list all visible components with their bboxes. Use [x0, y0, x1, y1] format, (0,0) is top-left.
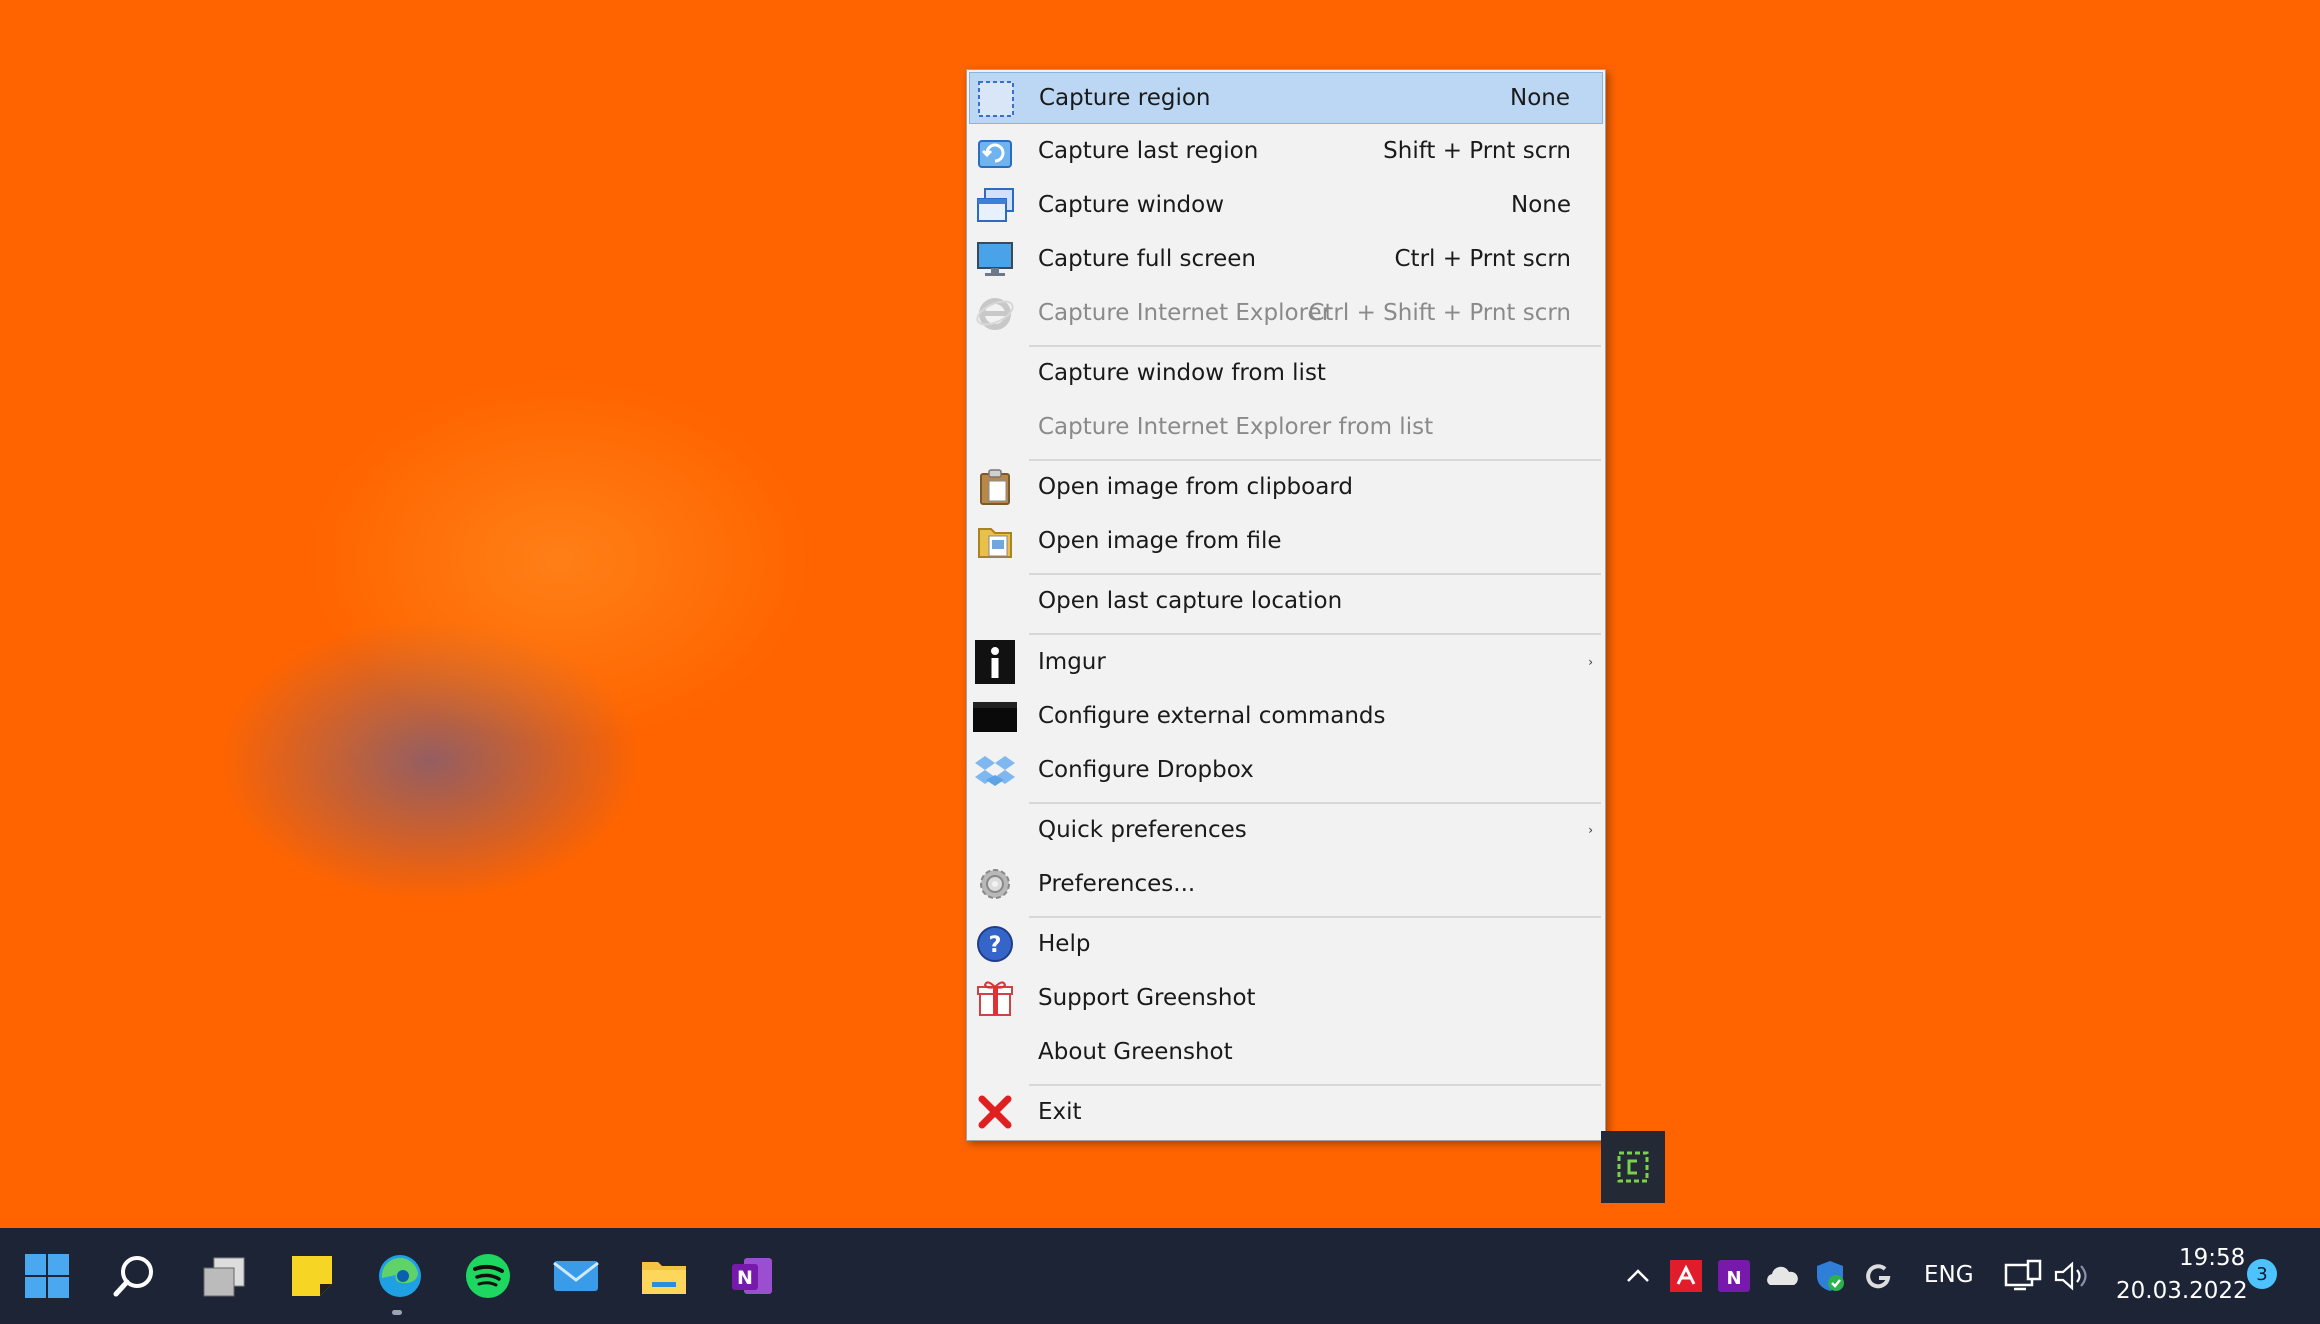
menu-item-label: Open image from file	[1038, 528, 1282, 554]
network-icon[interactable]	[2000, 1252, 2046, 1300]
menu-item-capture-last-region[interactable]: Capture last region Shift + Prnt scrn	[969, 125, 1603, 177]
menu-item-label: Open image from clipboard	[1038, 474, 1353, 500]
menu-item-label: Help	[1038, 931, 1091, 957]
menu-item-capture-region[interactable]: Capture region None	[969, 72, 1603, 124]
menu-item-shortcut: Shift + Prnt scrn	[1383, 138, 1571, 164]
windows-start-icon[interactable]	[19, 1248, 75, 1304]
language-indicator[interactable]: ENG	[1924, 1262, 1974, 1288]
menu-item-label: Capture window	[1038, 192, 1225, 218]
menu-item-open-last-capture-location[interactable]: Open last capture location	[969, 575, 1603, 627]
svg-text:N: N	[737, 1267, 753, 1289]
menu-item-label: Capture full screen	[1038, 246, 1256, 272]
notification-badge[interactable]: 3	[2247, 1259, 2277, 1289]
onenote-tray-icon[interactable]: N	[1712, 1252, 1756, 1300]
menu-item-support-greenshot[interactable]: Support Greenshot	[969, 972, 1603, 1024]
menu-item-capture-window[interactable]: Capture window None	[969, 179, 1603, 231]
clock-date[interactable]: 20.03.2022	[2116, 1278, 2248, 1304]
menu-item-capture-full-screen[interactable]: Capture full screen Ctrl + Prnt scrn	[969, 233, 1603, 285]
running-indicator	[392, 1310, 402, 1315]
menu-item-quick-preferences[interactable]: Quick preferences ›	[969, 804, 1603, 856]
menu-item-label: Capture region	[1039, 85, 1211, 111]
imgur-icon	[973, 640, 1017, 684]
onedrive-icon[interactable]	[1760, 1252, 1804, 1300]
menu-item-label: Configure external commands	[1038, 703, 1386, 729]
logitech-icon[interactable]	[1856, 1252, 1900, 1300]
menu-item-imgur[interactable]: Imgur ›	[969, 636, 1603, 688]
menu-item-label: Capture Internet Explorer from list	[1038, 414, 1434, 440]
mail-icon[interactable]	[548, 1248, 604, 1304]
menu-item-label: About Greenshot	[1038, 1039, 1233, 1065]
capture-last-region-icon	[973, 130, 1017, 172]
menu-item-shortcut: None	[1510, 192, 1571, 218]
menu-item-about-greenshot[interactable]: About Greenshot	[969, 1026, 1603, 1078]
menu-item-open-image-from-clipboard[interactable]: Open image from clipboard	[969, 461, 1603, 513]
amd-icon[interactable]	[1664, 1252, 1708, 1300]
sticky-notes-icon[interactable]	[284, 1248, 340, 1304]
gear-icon	[973, 863, 1017, 905]
menu-item-label: Exit	[1038, 1099, 1082, 1125]
greenshot-icon	[1617, 1151, 1649, 1183]
task-view-icon[interactable]	[196, 1248, 252, 1304]
onenote-icon[interactable]: N	[724, 1248, 780, 1304]
monitor-icon	[973, 238, 1017, 280]
menu-item-label: Capture last region	[1038, 138, 1259, 164]
menu-item-shortcut: None	[1509, 85, 1570, 111]
svg-text:N: N	[1726, 1268, 1741, 1289]
menu-item-label: Open last capture location	[1038, 588, 1343, 614]
security-shield-icon[interactable]	[1808, 1252, 1852, 1300]
svg-text:?: ?	[989, 933, 1002, 958]
gift-icon	[973, 977, 1017, 1019]
submenu-arrow-icon: ›	[1588, 655, 1593, 669]
volume-icon[interactable]	[2048, 1252, 2092, 1300]
greenshot-tray-icon[interactable]	[1601, 1131, 1665, 1203]
menu-item-configure-dropbox[interactable]: Configure Dropbox	[969, 744, 1603, 796]
clipboard-icon	[973, 466, 1017, 508]
capture-region-icon	[974, 78, 1018, 120]
menu-item-capture-ie-from-list[interactable]: Capture Internet Explorer from list	[969, 401, 1603, 453]
menu-item-label: Support Greenshot	[1038, 985, 1256, 1011]
chevron-up-icon[interactable]	[1616, 1248, 1660, 1304]
menu-item-label: Imgur	[1038, 649, 1106, 675]
menu-item-configure-external-commands[interactable]: Configure external commands	[969, 690, 1603, 742]
spotify-icon[interactable]	[460, 1248, 516, 1304]
menu-item-open-image-from-file[interactable]: Open image from file	[969, 515, 1603, 567]
capture-window-icon	[973, 184, 1017, 226]
menu-item-label: Preferences...	[1038, 871, 1196, 897]
open-file-icon	[973, 520, 1017, 562]
greenshot-context-menu: Capture region None Capture last region …	[966, 69, 1606, 1141]
menu-item-label: Quick preferences	[1038, 817, 1247, 843]
menu-item-shortcut: Ctrl + Shift + Prnt scrn	[1308, 300, 1571, 326]
clock-time[interactable]: 19:58	[2179, 1245, 2245, 1271]
menu-item-exit[interactable]: Exit	[969, 1086, 1603, 1138]
menu-item-label: Configure Dropbox	[1038, 757, 1254, 783]
file-explorer-icon[interactable]	[636, 1248, 692, 1304]
menu-item-label: Capture Internet Explorer	[1038, 300, 1332, 326]
menu-item-preferences[interactable]: Preferences...	[969, 858, 1603, 910]
close-icon	[973, 1091, 1017, 1133]
internet-explorer-icon	[973, 292, 1017, 334]
menu-item-label: Capture window from list	[1038, 360, 1326, 386]
terminal-icon	[973, 695, 1017, 737]
menu-item-help[interactable]: ? Help	[969, 918, 1603, 970]
search-icon[interactable]	[107, 1248, 163, 1304]
menu-item-capture-window-from-list[interactable]: Capture window from list	[969, 347, 1603, 399]
help-icon: ?	[973, 923, 1017, 965]
edge-icon[interactable]	[372, 1248, 428, 1304]
menu-item-capture-internet-explorer[interactable]: Capture Internet Explorer Ctrl + Shift +…	[969, 287, 1603, 339]
submenu-arrow-icon: ›	[1588, 823, 1593, 837]
menu-separator	[1029, 633, 1601, 635]
dropbox-icon	[973, 749, 1017, 791]
menu-item-shortcut: Ctrl + Prnt scrn	[1394, 246, 1572, 272]
